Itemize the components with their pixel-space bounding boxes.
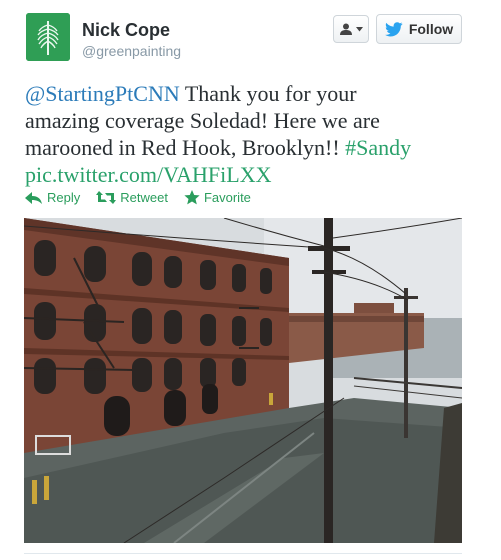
tweet-text-line2: amazing coverage Soledad! Here we are (25, 108, 380, 133)
media-link[interactable]: pic.twitter.com/VAHFiLXX (25, 162, 271, 187)
author-handle[interactable]: @greenpainting (82, 43, 181, 59)
follow-label: Follow (408, 21, 454, 37)
favorite-button[interactable]: Favorite (184, 190, 251, 205)
user-actions-button[interactable] (333, 15, 369, 43)
retweet-button[interactable]: Retweet (96, 190, 168, 205)
retweet-label: Retweet (120, 190, 168, 205)
avatar[interactable] (26, 13, 70, 61)
tweet-text-line1: Thank you for your (179, 81, 357, 106)
mention-link[interactable]: @StartingPtCNN (25, 81, 180, 106)
tweet-text-line3: marooned in Red Hook, Brooklyn!! (25, 135, 346, 160)
favorite-label: Favorite (203, 190, 251, 205)
retweet-icon (96, 191, 117, 204)
author-name[interactable]: Nick Cope (82, 20, 170, 41)
divider (24, 553, 462, 554)
hashtag-link[interactable]: #Sandy (345, 135, 411, 160)
star-icon (184, 190, 200, 205)
chevron-down-icon (356, 26, 363, 31)
flooded-street-photo (24, 218, 462, 543)
tweet-photo[interactable] (24, 218, 462, 543)
reply-label: Reply (47, 190, 81, 205)
fern-logo-icon (26, 13, 70, 61)
user-icon (340, 23, 352, 35)
tweet-actions: Reply Retweet Favorite (25, 190, 251, 205)
reply-button[interactable]: Reply (25, 190, 80, 205)
follow-button[interactable]: Follow (376, 14, 462, 44)
twitter-bird-icon (384, 21, 403, 36)
tweet-text: @StartingPtCNN Thank you for your amazin… (25, 80, 465, 188)
reply-arrow-icon (25, 191, 42, 204)
